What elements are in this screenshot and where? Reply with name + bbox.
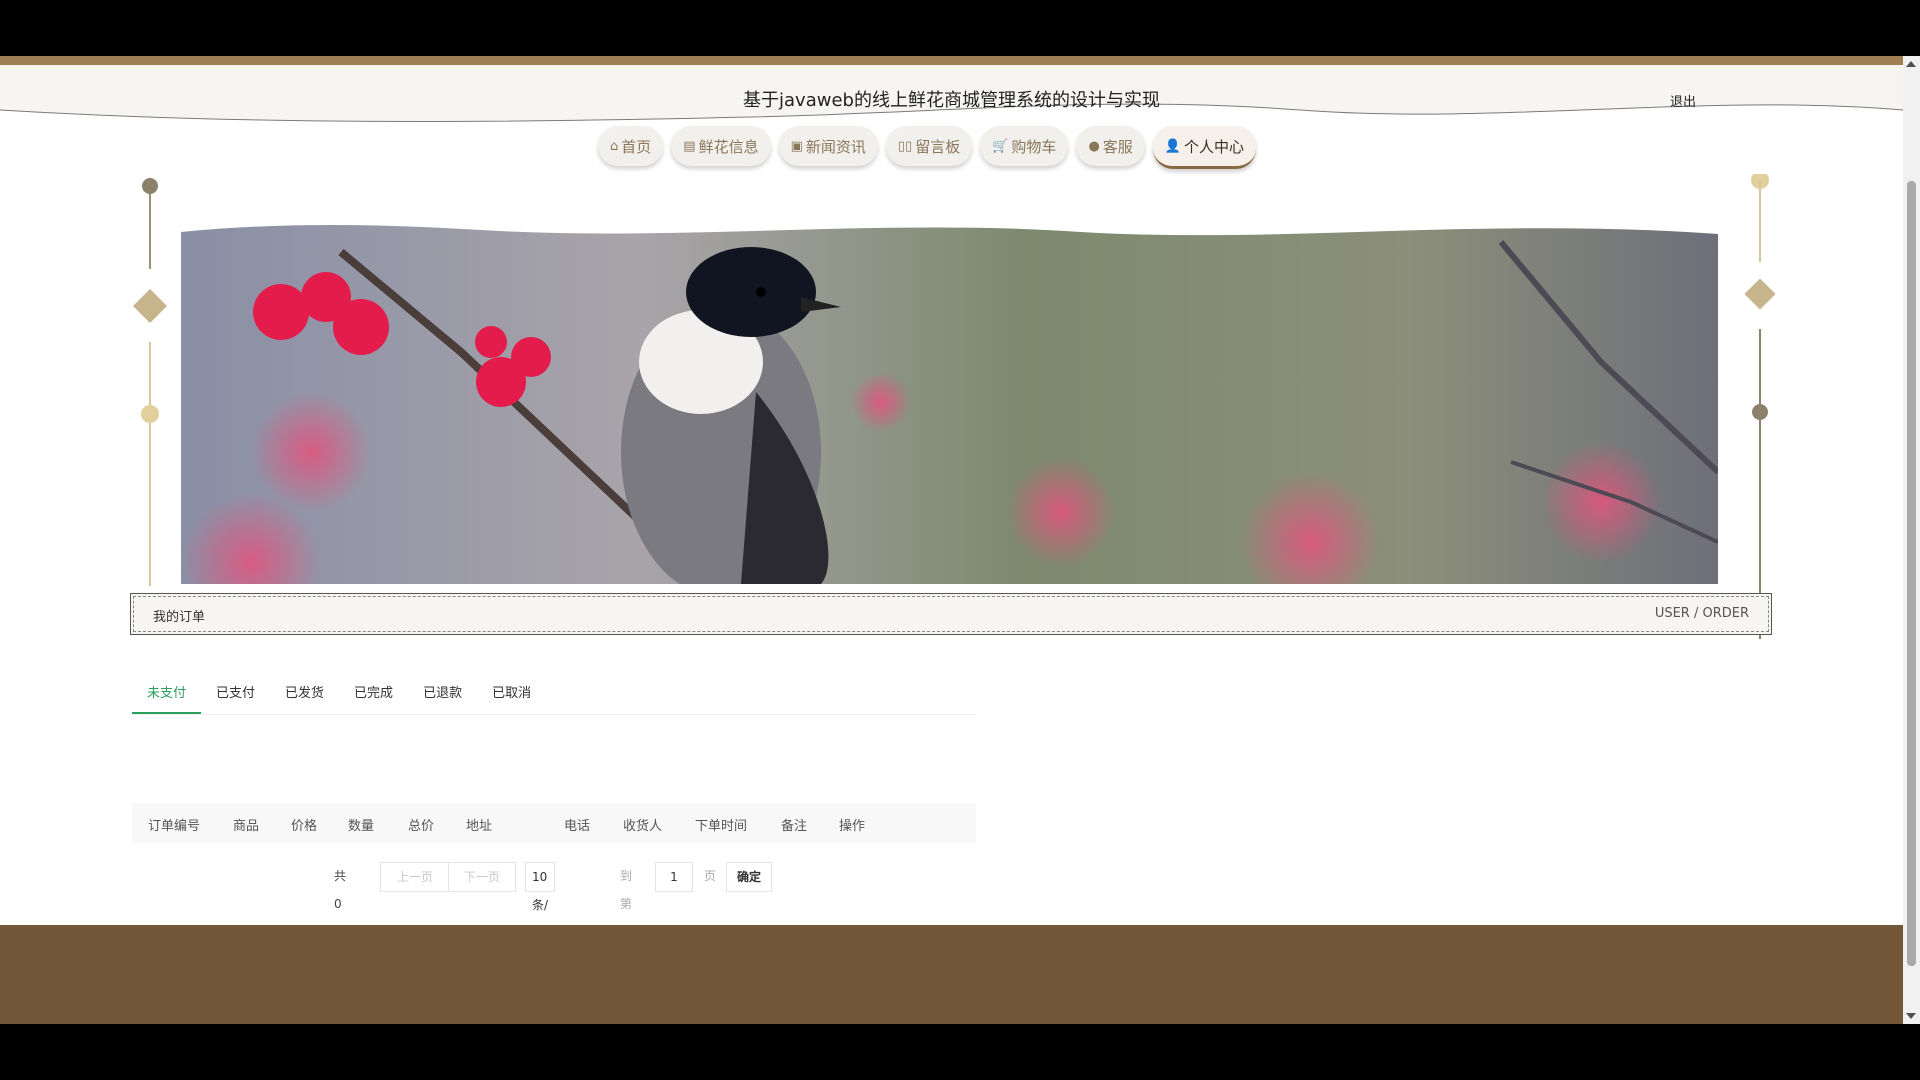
scroll-down-icon[interactable]	[1906, 1013, 1916, 1019]
news-icon: ▣	[790, 138, 803, 154]
scrollbar-thumb[interactable]	[1907, 181, 1916, 966]
page-number-input[interactable]: 1	[655, 862, 693, 892]
nav-label: 首页	[621, 137, 652, 156]
banner-image	[181, 222, 1718, 584]
tab-cancelled[interactable]: 已取消	[477, 676, 546, 712]
tab-shipped[interactable]: 已发货	[270, 676, 339, 712]
user-icon: 👤	[1164, 138, 1181, 154]
total-count: 共 0 条	[334, 869, 347, 939]
nav-label: 购物车	[1011, 137, 1057, 156]
column-header: 数量	[348, 819, 375, 834]
nav-label: 鲜花信息	[698, 137, 759, 156]
nav-label: 新闻资讯	[805, 137, 866, 156]
scroll-up-icon[interactable]	[1906, 61, 1916, 67]
section-header-inner	[133, 596, 1769, 632]
banner-wave-mask	[181, 222, 1718, 236]
column-header: 操作	[839, 819, 866, 834]
nav-flowers[interactable]: ▤ 鲜花信息	[671, 126, 771, 166]
banner-carousel	[130, 174, 1780, 644]
section-header: 我的订单 USER / ORDER	[130, 593, 1772, 635]
column-header: 收货人	[623, 819, 663, 834]
page-unit-label: 页	[704, 869, 717, 883]
nav-label: 客服	[1102, 137, 1133, 156]
tab-completed[interactable]: 已完成	[339, 676, 408, 712]
logout-link[interactable]: 退出	[1670, 91, 1696, 110]
site-title: 基于javaweb的线上鲜花商城管理系统的设计与实现	[743, 90, 1160, 111]
order-status-tabs: 未支付 已支付 已发货 已完成 已退款 已取消	[132, 676, 976, 715]
main-nav: ⌂ 首页 ▤ 鲜花信息 ▣ 新闻资讯 ▯▯ 留言板 🛒 购物车 ● 客服 👤 个人中心	[598, 126, 1256, 170]
column-header: 商品	[233, 819, 260, 834]
column-header: 总价	[408, 819, 435, 834]
book-icon: ▯▯	[897, 138, 913, 154]
nav-service[interactable]: ● 客服	[1076, 126, 1145, 166]
column-header: 备注	[781, 819, 808, 834]
confirm-page-button[interactable]: 确定	[726, 862, 772, 892]
layers-icon: ▤	[683, 138, 696, 154]
tab-paid[interactable]: 已支付	[201, 676, 270, 712]
goto-label: 到第	[620, 869, 633, 911]
column-header: 订单编号	[148, 819, 201, 834]
nav-label: 留言板	[915, 137, 961, 156]
right-ornament	[1744, 174, 1776, 639]
tab-unpaid[interactable]: 未支付	[132, 676, 202, 714]
site-footer	[0, 925, 1903, 1024]
chat-icon: ●	[1088, 138, 1100, 154]
column-header: 电话	[564, 819, 591, 834]
tab-refunded[interactable]: 已退款	[408, 676, 477, 712]
cart-icon: 🛒	[992, 138, 1009, 154]
nav-message-board[interactable]: ▯▯ 留言板	[885, 126, 973, 166]
column-header: 价格	[291, 819, 318, 834]
column-header: 地址	[466, 819, 493, 834]
column-header: 下单时间	[695, 819, 748, 834]
orders-table-header: 订单编号 商品 价格 数量 总价 地址 电话 收货人 下单时间 备注 操作	[132, 803, 976, 843]
nav-cart[interactable]: 🛒 购物车	[980, 126, 1069, 166]
prev-page-button[interactable]: 上一页	[380, 862, 450, 892]
page-size-select[interactable]: 10 条/页 ⌄	[525, 862, 556, 968]
home-icon: ⌂	[610, 138, 619, 154]
next-page-button[interactable]: 下一页	[448, 862, 516, 892]
top-accent-strip	[0, 56, 1903, 65]
section-title: 我的订单	[153, 610, 206, 625]
browser-viewport: 基于javaweb的线上鲜花商城管理系统的设计与实现 退出 ⌂ 首页 ▤ 鲜花信息 …	[0, 56, 1920, 1024]
vertical-scrollbar[interactable]	[1903, 56, 1920, 1024]
nav-user-center[interactable]: 👤 个人中心	[1152, 126, 1256, 169]
section-subtitle: USER / ORDER	[1654, 606, 1749, 621]
nav-home[interactable]: ⌂ 首页	[598, 126, 664, 166]
nav-label: 个人中心	[1183, 137, 1244, 156]
nav-news[interactable]: ▣ 新闻资讯	[778, 126, 878, 166]
